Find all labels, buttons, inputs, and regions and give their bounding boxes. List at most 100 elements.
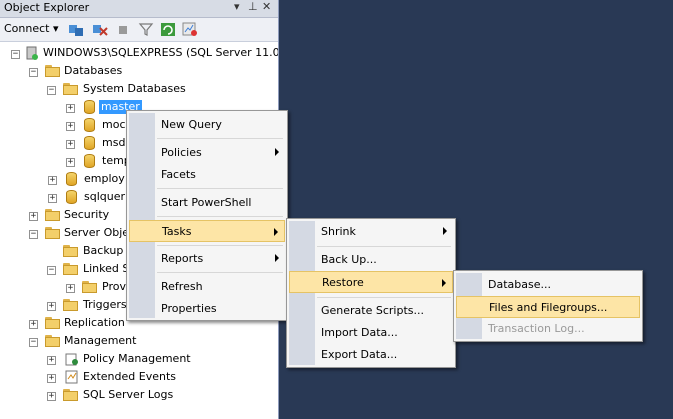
- database-label: Database...: [488, 278, 551, 291]
- menu-item-database[interactable]: Database...: [456, 275, 640, 295]
- new-query-label: New Query: [161, 118, 222, 131]
- expand-icon[interactable]: +: [29, 212, 38, 221]
- expand-icon[interactable]: +: [47, 392, 56, 401]
- menu-item-shrink[interactable]: Shrink: [289, 222, 453, 242]
- folder-icon: [45, 335, 61, 347]
- database-icon: [84, 154, 95, 168]
- folder-icon: [63, 263, 79, 275]
- linked-servers-label: Linked S: [83, 262, 130, 275]
- collapse-icon[interactable]: −: [29, 338, 38, 347]
- shrink-label: Shrink: [321, 225, 356, 238]
- refresh-icon[interactable]: [160, 22, 176, 37]
- database-icon: [66, 172, 77, 186]
- collapse-icon[interactable]: −: [47, 86, 56, 95]
- menu-item-generate-scripts[interactable]: Generate Scripts...: [289, 301, 453, 321]
- folder-icon: [82, 281, 98, 293]
- policy-management-label: Policy Management: [83, 352, 191, 365]
- expand-icon[interactable]: +: [66, 122, 75, 131]
- extended-events-label: Extended Events: [83, 370, 176, 383]
- collapse-icon[interactable]: −: [47, 266, 56, 275]
- menu-separator: [157, 188, 283, 189]
- connect-object-icon[interactable]: [68, 22, 84, 37]
- tree-node-policy-management[interactable]: + Policy Management: [0, 351, 278, 369]
- expand-icon[interactable]: +: [66, 104, 75, 113]
- collapse-icon[interactable]: −: [29, 230, 38, 239]
- menu-item-restore[interactable]: Restore: [289, 271, 453, 293]
- close-icon[interactable]: ✕: [262, 0, 271, 13]
- menu-separator: [157, 245, 283, 246]
- menu-separator: [317, 297, 451, 298]
- menu-item-tasks[interactable]: Tasks: [129, 220, 285, 242]
- tasks-label: Tasks: [162, 225, 192, 238]
- object-explorer-title-bar: Object Explorer ▾ ⊥ ✕: [0, 0, 278, 18]
- folder-icon: [63, 245, 79, 257]
- tree-node-management[interactable]: − Management: [0, 333, 278, 351]
- submenu-arrow-icon: [442, 279, 446, 287]
- menu-item-new-query[interactable]: New Query: [129, 115, 285, 135]
- folder-icon: [45, 65, 61, 77]
- server-objects-label: Server Obje: [64, 226, 130, 239]
- tree-node-databases[interactable]: − Databases: [0, 63, 278, 81]
- providers-label: Prov: [102, 280, 126, 293]
- export-data-label: Export Data...: [321, 348, 398, 361]
- expand-icon[interactable]: +: [47, 356, 56, 365]
- menu-item-policies[interactable]: Policies: [129, 143, 285, 163]
- employee-label: employ: [84, 172, 125, 185]
- expand-icon[interactable]: +: [66, 140, 75, 149]
- menu-item-export-data[interactable]: Export Data...: [289, 345, 453, 365]
- refresh-label: Refresh: [161, 280, 203, 293]
- menu-separator: [157, 138, 283, 139]
- activity-monitor-icon[interactable]: [182, 22, 198, 37]
- expand-icon[interactable]: +: [47, 374, 56, 383]
- triggers-label: Triggers: [83, 298, 127, 311]
- tree-node-sql-server-logs[interactable]: + SQL Server Logs: [0, 387, 278, 405]
- restore-submenu: Database... Files and Filegroups... Tran…: [453, 270, 643, 342]
- database-icon: [84, 136, 95, 150]
- submenu-arrow-icon: [443, 227, 447, 235]
- connect-button[interactable]: Connect ▾: [4, 22, 59, 35]
- collapse-icon[interactable]: −: [29, 68, 38, 77]
- stop-icon[interactable]: [116, 22, 132, 37]
- menu-item-facets[interactable]: Facets: [129, 165, 285, 185]
- disconnect-icon[interactable]: [92, 22, 108, 37]
- replication-label: Replication: [64, 316, 125, 329]
- expand-icon[interactable]: +: [47, 302, 56, 311]
- submenu-arrow-icon: [275, 148, 279, 156]
- expand-icon[interactable]: +: [48, 176, 57, 185]
- pin-icon[interactable]: ⊥: [248, 0, 258, 13]
- sql-server-logs-label: SQL Server Logs: [83, 388, 174, 401]
- reports-label: Reports: [161, 252, 204, 265]
- start-powershell-label: Start PowerShell: [161, 196, 252, 209]
- sqlquery-label: sqlquer: [84, 190, 126, 203]
- expand-icon[interactable]: +: [48, 194, 57, 203]
- tree-node-server[interactable]: − WINDOWS3\SQLEXPRESS (SQL Server 11.0.2: [0, 45, 278, 63]
- menu-item-files-and-filegroups[interactable]: Files and Filegroups...: [456, 296, 640, 318]
- server-icon: [25, 46, 39, 61]
- database-icon: [84, 100, 95, 114]
- tree-node-extended-events[interactable]: + Extended Events: [0, 369, 278, 387]
- menu-gutter: [289, 221, 315, 365]
- folder-icon: [45, 317, 61, 329]
- menu-item-refresh[interactable]: Refresh: [129, 277, 285, 297]
- menu-item-import-data[interactable]: Import Data...: [289, 323, 453, 343]
- menu-item-transaction-log: Transaction Log...: [456, 319, 640, 339]
- expand-icon[interactable]: +: [66, 284, 75, 293]
- menu-separator: [157, 272, 283, 273]
- expand-icon[interactable]: +: [29, 320, 38, 329]
- menu-item-properties[interactable]: Properties: [129, 299, 285, 319]
- tree-node-system-databases[interactable]: − System Databases: [0, 81, 278, 99]
- backup-label: Backup: [83, 244, 124, 257]
- submenu-arrow-icon: [275, 254, 279, 262]
- folder-icon: [63, 389, 79, 401]
- menu-item-back-up[interactable]: Back Up...: [289, 250, 453, 270]
- database-context-menu: New Query Policies Facets Start PowerShe…: [126, 110, 288, 321]
- dropdown-icon[interactable]: ▾: [234, 0, 240, 13]
- menu-item-reports[interactable]: Reports: [129, 249, 285, 269]
- menu-item-start-powershell[interactable]: Start PowerShell: [129, 193, 285, 213]
- collapse-icon[interactable]: −: [11, 50, 20, 59]
- folder-icon: [45, 209, 61, 221]
- databases-label: Databases: [64, 64, 123, 77]
- filter-icon[interactable]: [138, 22, 154, 37]
- expand-icon[interactable]: +: [66, 158, 75, 167]
- files-and-filegroups-label: Files and Filegroups...: [489, 301, 608, 314]
